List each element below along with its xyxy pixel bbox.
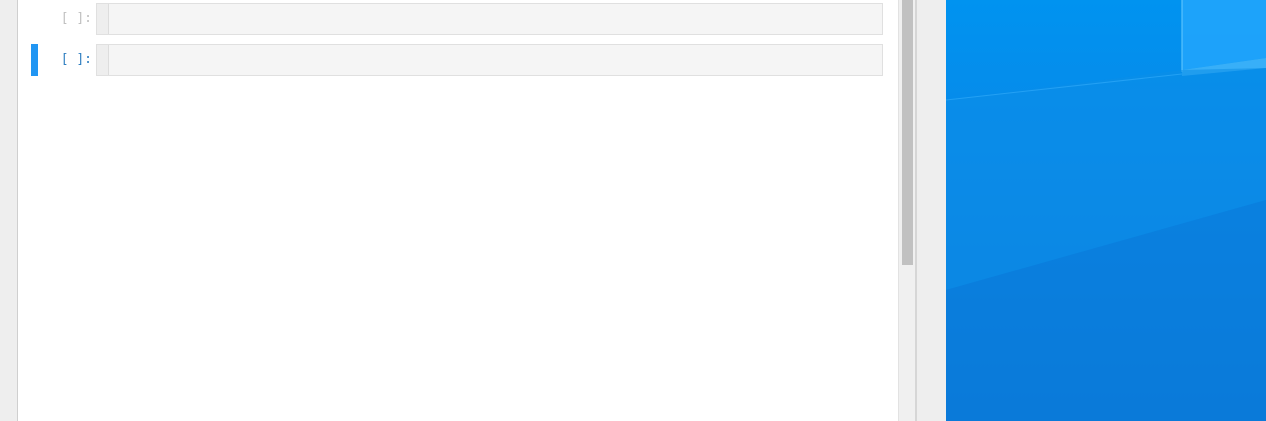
left-panel-edge — [0, 0, 18, 421]
code-cell-active[interactable]: [ ]: — [18, 44, 898, 76]
windows-logo-wallpaper-icon — [946, 0, 1266, 421]
cell-prompt: [ ]: — [60, 11, 92, 26]
screen: [ ]: [ ]: — [0, 0, 1266, 421]
window-frame-right — [917, 0, 946, 421]
vertical-scrollbar[interactable] — [898, 0, 915, 421]
notebook-panel[interactable]: [ ]: [ ]: — [18, 0, 898, 421]
active-cell-indicator — [31, 44, 38, 76]
code-cell[interactable]: [ ]: — [18, 3, 898, 35]
editor-gutter — [97, 45, 109, 75]
cell-prompt: [ ]: — [60, 52, 92, 67]
desktop-wallpaper — [946, 0, 1266, 421]
cell-editor[interactable] — [96, 3, 883, 35]
scrollbar-thumb[interactable] — [902, 0, 913, 265]
editor-gutter — [97, 4, 109, 34]
cell-editor[interactable] — [96, 44, 883, 76]
